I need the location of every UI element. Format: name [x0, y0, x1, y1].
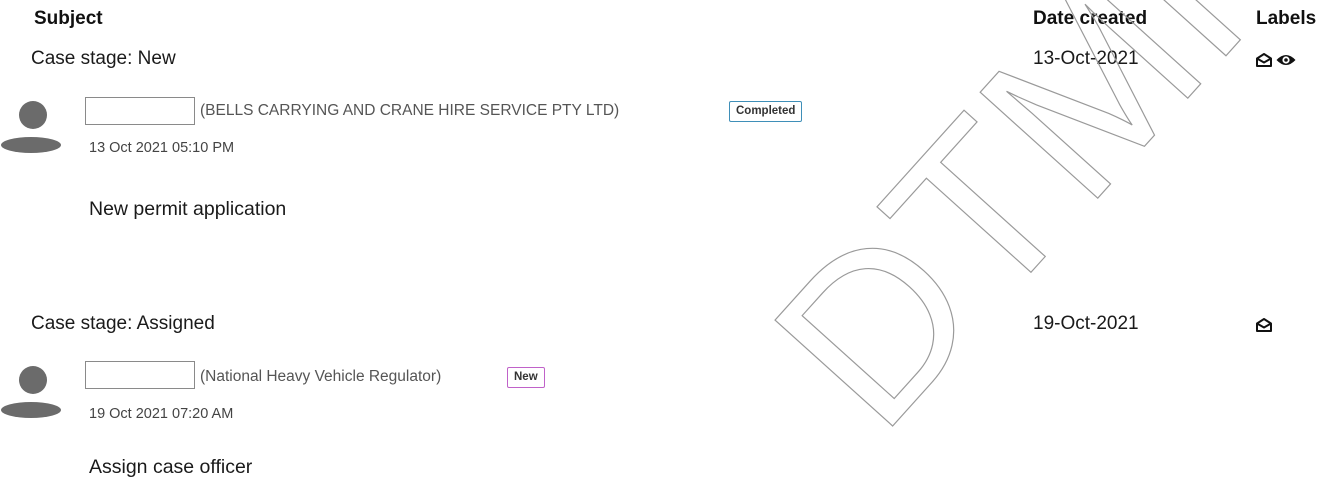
labels-cell	[1254, 315, 1274, 340]
avatar-icon	[0, 362, 64, 422]
status-badge: Completed	[729, 101, 803, 122]
date-created: 13-Oct-2021	[1033, 48, 1139, 69]
envelope-open-icon[interactable]	[1254, 50, 1274, 75]
case-stage-title[interactable]: Case stage: New	[31, 48, 176, 70]
timestamp: 13 Oct 2021 05:10 PM	[89, 140, 235, 156]
watermark-text: DTMR	[725, 0, 1341, 473]
envelope-open-icon[interactable]	[1254, 315, 1274, 340]
timestamp: 19 Oct 2021 07:20 AM	[89, 406, 234, 422]
author-organisation: (BELLS CARRYING AND CRANE HIRE SERVICE P…	[200, 102, 620, 119]
labels-cell	[1254, 50, 1297, 75]
author-organisation: (National Heavy Vehicle Regulator)	[200, 368, 442, 385]
case-stage-title[interactable]: Case stage: Assigned	[31, 313, 215, 335]
case-message: Assign case officer	[89, 456, 253, 478]
column-header-date-created[interactable]: Date created	[1033, 8, 1147, 30]
author-name-redacted	[85, 361, 195, 389]
date-created: 19-Oct-2021	[1033, 313, 1139, 334]
column-header-subject[interactable]: Subject	[34, 8, 103, 30]
eye-icon[interactable]	[1275, 50, 1297, 75]
author-name-redacted	[85, 97, 195, 125]
avatar-icon	[0, 97, 64, 157]
case-message: New permit application	[89, 198, 287, 220]
status-badge: New	[507, 367, 545, 388]
column-header-labels[interactable]: Labels	[1256, 8, 1316, 30]
